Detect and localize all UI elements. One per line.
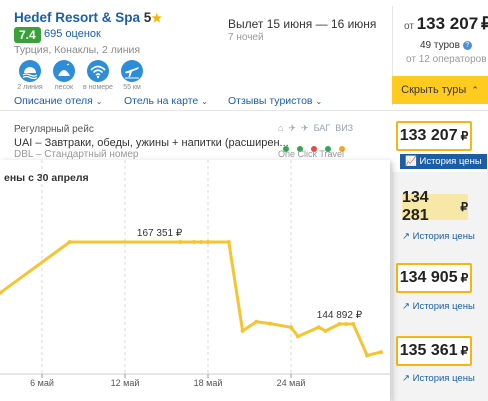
data-point: [199, 240, 204, 244]
price-history-link[interactable]: ↗ История цены: [402, 373, 475, 384]
price-value: 134 281: [402, 189, 429, 224]
chart-icon: ↗: [402, 373, 410, 384]
tours-count: 49 туров ?: [420, 40, 472, 51]
data-point: [365, 353, 370, 358]
price-history-link[interactable]: ↗ История цены: [402, 301, 475, 312]
hotel-name[interactable]: Hedef Resort & Spa 5★: [14, 10, 162, 25]
amenity-label: 55 км: [123, 84, 141, 91]
chevron-down-icon: ⌄: [201, 97, 208, 106]
price-annotation: 167 351 ₽: [137, 228, 183, 239]
price-value: 134 905: [399, 269, 458, 286]
data-point: [378, 350, 383, 355]
data-point: [192, 240, 197, 244]
price-history-tab-label[interactable]: История цены: [419, 156, 481, 167]
hide-tours-button[interactable]: Скрыть туры ⌃: [392, 76, 488, 104]
currency-sign: ₽: [480, 14, 488, 33]
hotel-description-link[interactable]: Описание отеля ⌄: [14, 95, 102, 107]
amenity-label: 2 линия: [17, 84, 43, 91]
price-value: 135 361: [399, 342, 458, 359]
room-type: DBL – Стандартный номер: [14, 149, 139, 160]
price-button[interactable]: 134 281 ₽: [402, 189, 468, 224]
amenity-label: песок: [54, 84, 74, 91]
amenity-label: в номере: [83, 84, 113, 91]
price-history-label[interactable]: История цены: [413, 373, 475, 384]
flight-type: Регулярный рейс: [14, 124, 94, 135]
chevron-down-icon: ⌄: [95, 97, 103, 106]
visa-label: ВИЗ: [335, 123, 354, 133]
data-point: [289, 325, 293, 330]
data-point: [67, 240, 72, 244]
min-price: от 133 207 ₽: [404, 14, 488, 34]
from-label: от: [404, 21, 414, 32]
price-button[interactable]: 135 361 ₽: [396, 336, 472, 366]
hotel-description-label[interactable]: Описание отеля: [14, 95, 93, 107]
nights-count: 7 ночей: [228, 32, 264, 43]
divider: [0, 110, 488, 111]
meal-plan: UAI – Завтраки, обеды, ужины + напитки (…: [14, 137, 289, 149]
price-button[interactable]: 133 207 ₽: [396, 121, 472, 151]
hotel-map-label[interactable]: Отель на карте: [124, 95, 198, 107]
data-point: [344, 322, 349, 326]
data-point: [206, 240, 210, 244]
baggage-label: БАГ: [313, 123, 331, 133]
star-icon: ★: [151, 11, 163, 25]
x-tick-label: 12 май: [111, 378, 140, 388]
currency-sign: ₽: [460, 200, 468, 214]
offer-icons: ⌂ ✈ ✈ БАГ ВИЗ: [278, 123, 353, 134]
info-icon: ?: [462, 41, 472, 50]
beach-line-icon: [19, 60, 41, 82]
hide-tours-label[interactable]: Скрыть туры: [401, 84, 466, 96]
data-point: [323, 328, 328, 333]
data-point: [240, 328, 245, 333]
reviews-count[interactable]: 695 оценок: [44, 28, 101, 40]
x-tick-label: 18 май: [194, 378, 223, 388]
chart-icon: 📈: [405, 156, 417, 167]
tour-operator: One Click Travel: [278, 149, 345, 159]
hotel-map-link[interactable]: Отель на карте ⌄: [124, 95, 208, 107]
x-tick-label: 24 май: [277, 378, 306, 388]
data-point: [316, 325, 321, 330]
sand-icon: [53, 60, 75, 82]
price-annotation: 144 892 ₽: [317, 310, 363, 321]
price-button[interactable]: 134 905 ₽: [396, 263, 472, 293]
price-history-chart: 6 май 12 май 18 май 24 май 167 351 ₽ 144 892 …: [0, 160, 390, 388]
tourist-reviews-label[interactable]: Отзывы туристов: [228, 95, 313, 107]
chart-icon: ↗: [402, 231, 410, 242]
x-tick-label: 6 май: [30, 378, 54, 388]
data-point: [226, 240, 231, 244]
price-line: [0, 240, 383, 357]
rating-badge: 7.4: [14, 27, 41, 43]
price-value: 133 207: [399, 127, 458, 144]
operators-count: от 12 операторов: [406, 54, 487, 65]
data-point: [295, 334, 300, 339]
airport-icon: [121, 60, 143, 82]
plane-out-icon: ✈: [288, 123, 296, 133]
data-point: [351, 322, 356, 326]
price-history-label[interactable]: История цены: [413, 301, 475, 312]
data-point: [268, 321, 273, 326]
data-point: [178, 240, 183, 244]
currency-sign: ₽: [460, 344, 469, 358]
chart-icon: ↗: [402, 301, 410, 312]
hotel-location: Турция, Конаклы, 2 линия: [14, 44, 141, 56]
chevron-up-icon: ⌃: [471, 84, 479, 95]
min-price-value: 133 207: [416, 14, 479, 33]
price-history-link[interactable]: ↗ История цены: [402, 231, 475, 242]
tourist-reviews-link[interactable]: Отзывы туристов ⌄: [228, 95, 322, 107]
currency-sign: ₽: [460, 271, 469, 285]
hotel-name-text[interactable]: Hedef Resort & Spa: [14, 10, 140, 25]
plane-back-icon: ✈: [301, 123, 309, 133]
chevron-down-icon: ⌄: [315, 97, 323, 106]
home-icon: ⌂: [278, 123, 284, 133]
data-point: [337, 322, 342, 326]
wifi-icon: [87, 60, 109, 82]
tours-count-text: 49 туров: [420, 40, 460, 51]
price-history-label[interactable]: История цены: [413, 231, 475, 242]
currency-sign: ₽: [460, 129, 469, 143]
data-point: [254, 319, 259, 324]
price-history-tab[interactable]: 📈 История цены: [400, 154, 487, 169]
flight-dates: Вылет 15 июня — 16 июня: [228, 17, 377, 31]
